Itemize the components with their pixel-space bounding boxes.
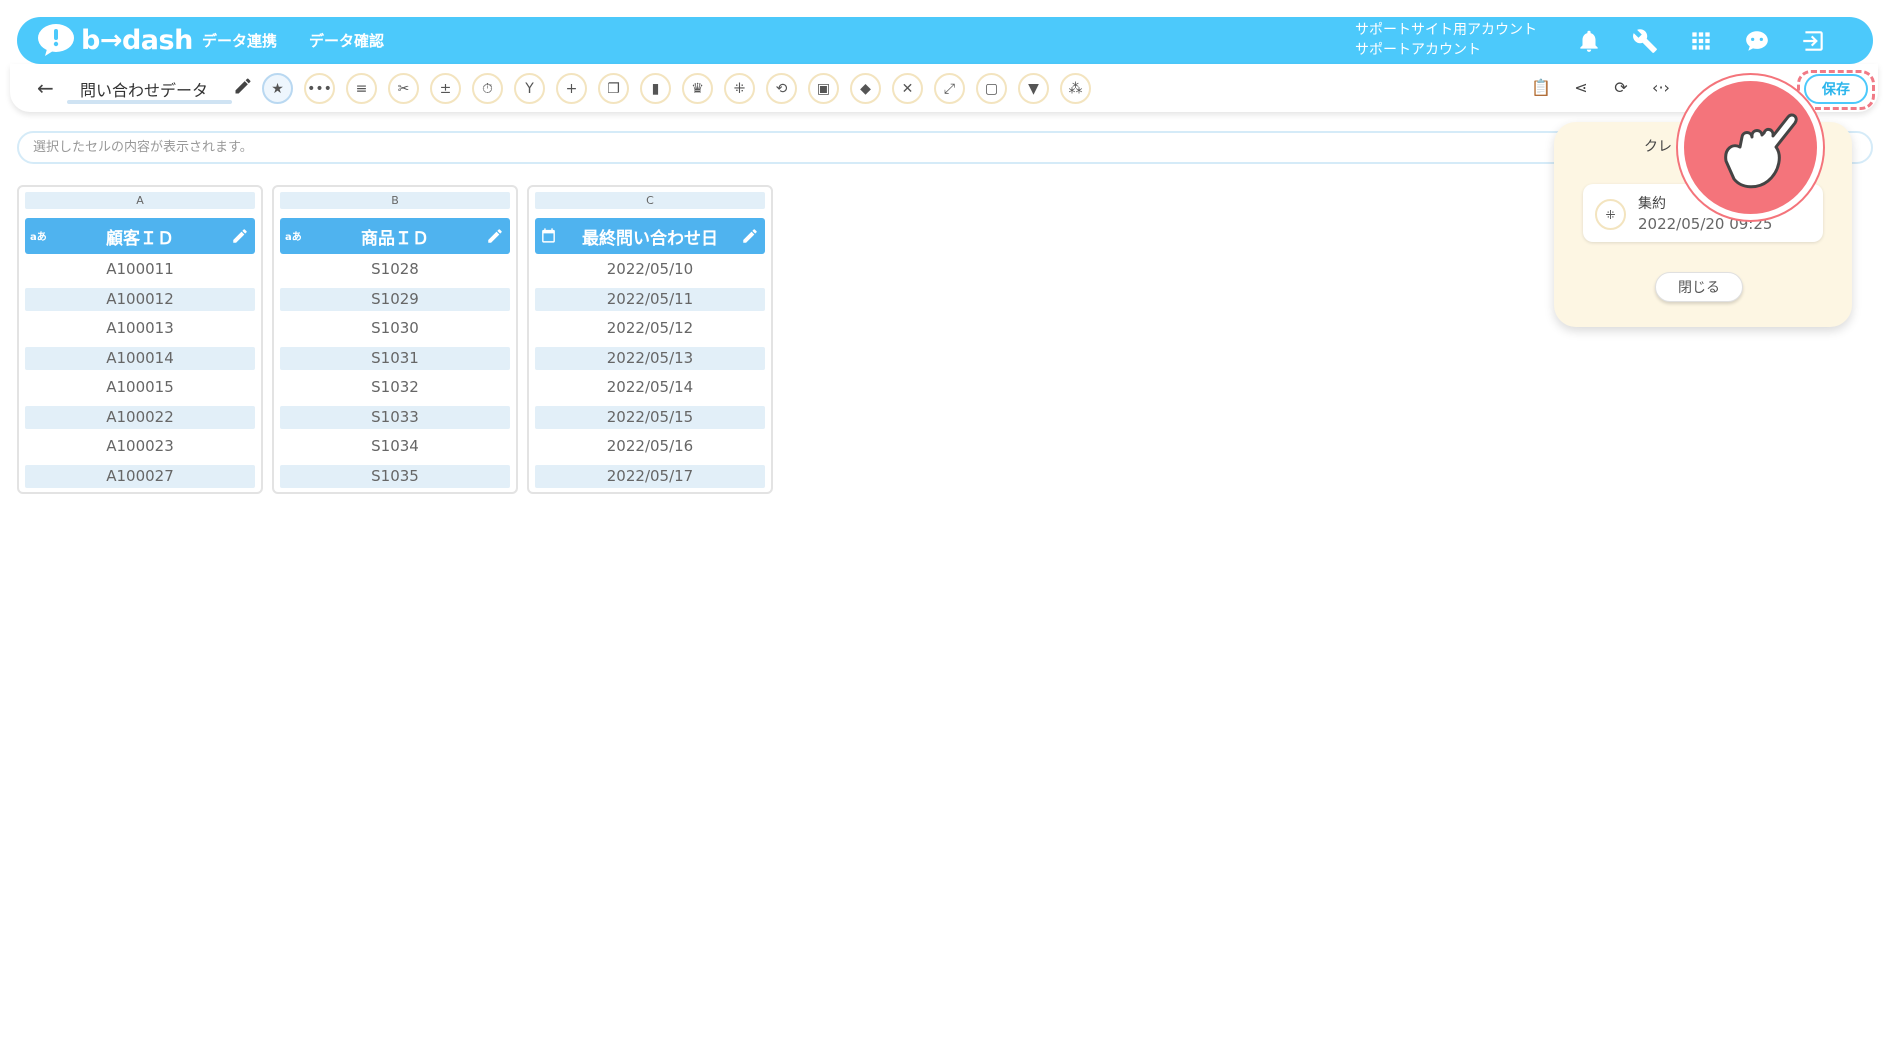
pencil-icon[interactable] [233, 76, 253, 96]
cancel-icon[interactable]: ✕ [892, 73, 923, 104]
box-icon[interactable]: ◆ [850, 73, 881, 104]
tool-palette: ★ ••• ≡ ✂ ± ⏱ Y + ❐ ▮ ♛ ⁜ ⟲ ▣ ◆ ✕ ⤢ ▢ ▼ … [262, 73, 1091, 104]
column-b: B aあ 商品ＩＤ S1028 S1029 S1030 S1031 S1032 … [272, 185, 518, 494]
logout-icon[interactable] [1798, 26, 1828, 56]
table-cell[interactable]: A100022 [25, 405, 255, 429]
column-header-label: 最終問い合わせ日 [582, 228, 718, 249]
table-cell[interactable]: A100014 [25, 346, 255, 370]
table-cell[interactable]: 2022/05/12 [535, 317, 765, 340]
table-cell[interactable]: A100027 [25, 464, 255, 488]
column-header[interactable]: 最終問い合わせ日 [535, 218, 765, 254]
table-cell[interactable]: S1035 [280, 464, 510, 488]
popup-title: クレ [1644, 139, 1672, 155]
column-letter[interactable]: C [535, 192, 765, 209]
table-cell[interactable]: S1032 [280, 376, 510, 399]
refresh-icon[interactable]: ⟳ [1608, 74, 1634, 100]
column-header-label: 顧客ＩＤ [106, 228, 174, 249]
account-info[interactable]: サポートサイト用アカウント サポートアカウント [1355, 20, 1537, 60]
calc-icon[interactable]: ± [430, 73, 461, 104]
column-a: A aあ 顧客ＩＤ A100011 A100012 A100013 A10001… [17, 185, 263, 494]
table-cell[interactable]: A100015 [25, 376, 255, 399]
timer-icon[interactable]: ⏱ [472, 73, 503, 104]
close-button[interactable]: 閉じる [1655, 272, 1743, 302]
lines-icon[interactable]: ≡ [346, 73, 377, 104]
share-icon[interactable]: ⋖ [1568, 74, 1594, 100]
crown-icon[interactable]: ♛ [682, 73, 713, 104]
filter-icon[interactable]: ▼ [1018, 73, 1049, 104]
table-cell[interactable]: A100013 [25, 317, 255, 340]
table-cell[interactable]: S1029 [280, 287, 510, 311]
table-cell[interactable]: S1031 [280, 346, 510, 370]
table-cell[interactable]: 2022/05/15 [535, 405, 765, 429]
branch-icon[interactable]: Y [514, 73, 545, 104]
edit-icon[interactable] [231, 227, 249, 245]
copy-icon[interactable]: ❐ [598, 73, 629, 104]
table-cell[interactable]: 2022/05/10 [535, 258, 765, 281]
table-cell[interactable]: A100023 [25, 435, 255, 458]
right-tools: 📋 ⋖ ⟳ ‹·› [1528, 74, 1674, 100]
transform-icon[interactable]: ⤢ [934, 73, 965, 104]
hand-icon [1724, 113, 1798, 189]
toolbar: ← 問い合わせデータ ★ ••• ≡ ✂ ± ⏱ Y + ❐ ▮ ♛ ⁜ ⟲ ▣… [10, 64, 1878, 112]
plus-icon[interactable]: + [556, 73, 587, 104]
account-name: サポートサイト用アカウント [1355, 22, 1537, 38]
table-cell[interactable]: S1033 [280, 405, 510, 429]
table-cell[interactable]: A100012 [25, 287, 255, 311]
logo[interactable]: b→dash [37, 21, 193, 59]
edit-icon[interactable] [741, 227, 759, 245]
logo-text: b→dash [81, 24, 193, 56]
text-type-icon: aあ [285, 232, 302, 243]
title-underline [67, 100, 232, 104]
column-header[interactable]: aあ 顧客ＩＤ [25, 218, 255, 254]
table-cell[interactable]: 2022/05/14 [535, 376, 765, 399]
column-letter[interactable]: A [25, 192, 255, 209]
arrow-left-icon[interactable]: ← [37, 76, 54, 100]
history-item-title: 集約 [1638, 196, 1666, 212]
bell-icon[interactable] [1574, 26, 1604, 56]
table-cell[interactable]: S1034 [280, 435, 510, 458]
clipboard-icon[interactable]: 📋 [1528, 74, 1554, 100]
top-header: b→dash データ連携 データ確認 サポートサイト用アカウント サポートアカウ… [17, 17, 1873, 64]
table-cell[interactable]: 2022/05/16 [535, 435, 765, 458]
table-cell[interactable]: 2022/05/13 [535, 346, 765, 370]
edit-icon[interactable] [486, 227, 504, 245]
loop-icon[interactable]: ⟲ [766, 73, 797, 104]
frame-icon[interactable]: ▢ [976, 73, 1007, 104]
nav-data-link[interactable]: データ連携 [202, 30, 277, 51]
code-icon[interactable]: ‹·› [1648, 74, 1674, 100]
grid-icon[interactable]: ⁂ [1060, 73, 1091, 104]
account-user: サポートアカウント [1355, 42, 1481, 58]
nav-data-check[interactable]: データ確認 [309, 30, 384, 51]
save-button[interactable]: 保存 [1804, 74, 1868, 104]
document-title[interactable]: 問い合わせデータ [80, 77, 208, 101]
apps-grid-icon[interactable] [1686, 26, 1716, 56]
pointer-hand-icon [1678, 75, 1823, 220]
column-header-label: 商品ＩＤ [361, 228, 429, 249]
more-icon[interactable]: ••• [304, 73, 335, 104]
table-cell[interactable]: 2022/05/17 [535, 464, 765, 488]
star-icon[interactable]: ★ [262, 73, 293, 104]
lock-icon[interactable]: ▣ [808, 73, 839, 104]
aggregate-icon: ⁜ [1595, 199, 1626, 230]
text-type-icon: aあ [30, 232, 47, 243]
table-cell[interactable]: S1028 [280, 258, 510, 281]
chat-bot-icon[interactable] [1742, 26, 1772, 56]
table-cell[interactable]: S1030 [280, 317, 510, 340]
table-cell[interactable]: 2022/05/11 [535, 287, 765, 311]
calendar-icon [542, 228, 555, 243]
column-letter[interactable]: B [280, 192, 510, 209]
table-cell[interactable]: A100011 [25, 258, 255, 281]
column-c: C 最終問い合わせ日 2022/05/10 2022/05/11 2022/05… [527, 185, 773, 494]
trash-icon[interactable]: ▮ [640, 73, 671, 104]
scissors-icon[interactable]: ✂ [388, 73, 419, 104]
aggregate-icon[interactable]: ⁜ [724, 73, 755, 104]
column-header[interactable]: aあ 商品ＩＤ [280, 218, 510, 254]
wrench-icon[interactable] [1630, 26, 1660, 56]
logo-icon [38, 24, 74, 56]
